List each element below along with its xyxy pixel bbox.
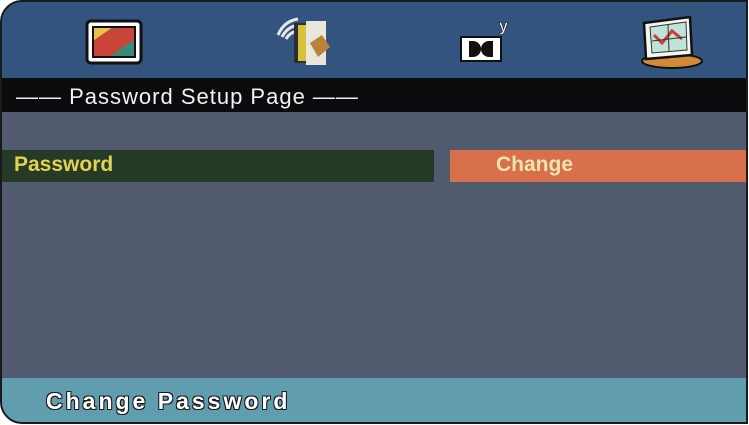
setup-menu-bar: y [2, 2, 746, 78]
password-option-row[interactable]: Password [2, 150, 434, 182]
audio-setup-icon[interactable] [264, 8, 344, 74]
password-option-label: Password [14, 153, 114, 176]
page-title-bar: —— Password Setup Page —— [2, 78, 746, 112]
dolby-digital-icon[interactable]: y [442, 8, 522, 74]
status-bar: Change Password [2, 378, 746, 422]
general-setup-icon[interactable] [74, 8, 154, 74]
preference-setup-icon[interactable] [628, 8, 708, 74]
status-text: Change Password [45, 388, 291, 415]
setup-screen: y —— Password Setup Page —— Password Cha… [0, 0, 748, 424]
page-title: —— Password Setup Page —— [16, 84, 359, 109]
change-button-label: Change [496, 153, 574, 176]
change-password-button[interactable]: Change [450, 150, 746, 182]
dolby-glyph: y [499, 18, 508, 35]
